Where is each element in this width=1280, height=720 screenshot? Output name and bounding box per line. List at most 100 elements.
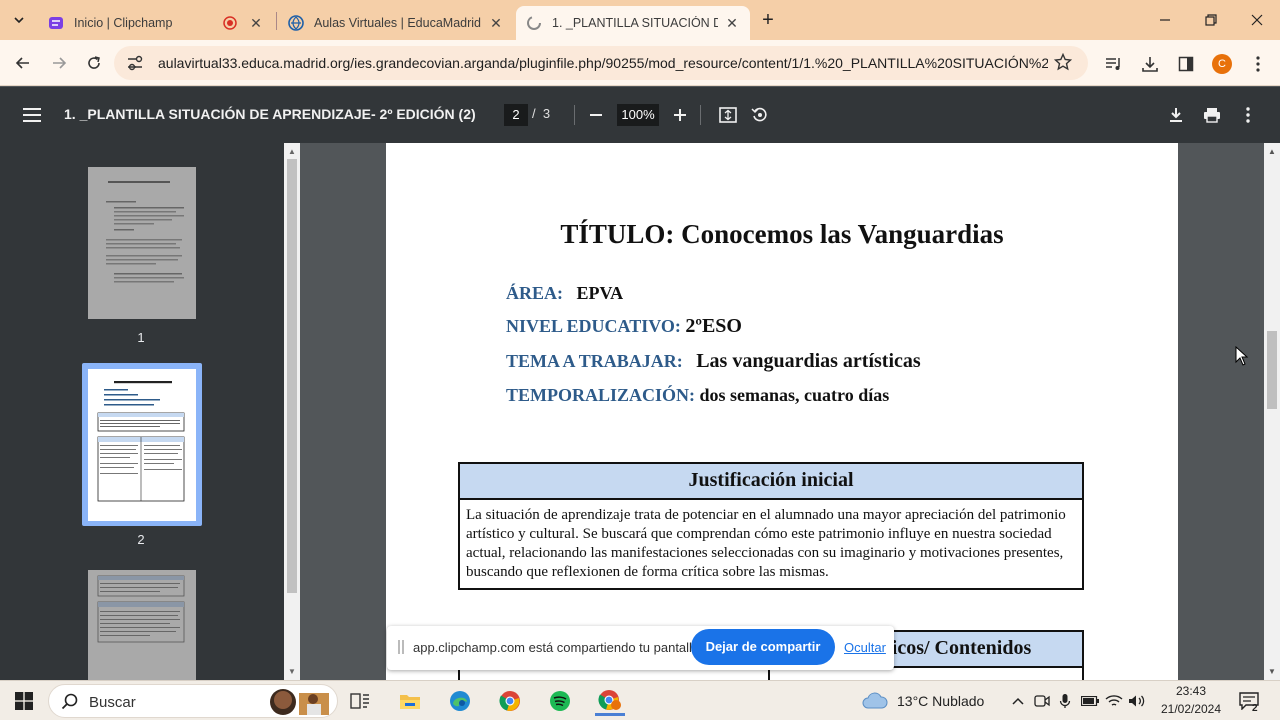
avatar: C — [1212, 54, 1232, 74]
file-explorer-icon[interactable] — [395, 686, 425, 716]
new-tab-icon[interactable]: + — [754, 0, 782, 40]
scroll-down-arrow-icon[interactable]: ▼ — [1268, 667, 1276, 676]
edge-browser-icon[interactable] — [445, 686, 475, 716]
meet-now-icon[interactable] — [1030, 686, 1054, 716]
pdf-download-icon[interactable] — [1164, 103, 1188, 127]
clock-time[interactable]: 23:43 — [1160, 684, 1222, 698]
thumbnail-preview — [97, 575, 185, 643]
windows-taskbar: Buscar 13°C Nublado 23:43 21/02/2024 2 — [0, 680, 1280, 720]
pdf-toolbar: 1. _PLANTILLA SITUACIÓN DE APRENDIZAJE- … — [0, 87, 1280, 143]
notifications-icon[interactable] — [1236, 686, 1262, 716]
back-arrow-icon[interactable] — [8, 48, 38, 78]
wifi-icon[interactable] — [1102, 686, 1126, 716]
forward-arrow-icon[interactable] — [44, 48, 74, 78]
timing-row: TEMPORALIZACIÓN: dos semanas, cuatro día… — [506, 385, 889, 406]
bookmark-star-icon[interactable] — [1053, 52, 1073, 76]
drag-handle-icon[interactable] — [398, 640, 404, 654]
recording-icon — [222, 15, 238, 31]
taskbar-search-box[interactable]: Buscar — [48, 684, 338, 718]
page-separator: / — [532, 106, 536, 121]
area-row: ÁREA: EPVA — [506, 283, 623, 304]
thumbnail-sidebar: 1 2 ▲ ▼ — [0, 143, 300, 680]
kebab-menu-icon[interactable] — [1246, 52, 1270, 76]
topic-row: TEMA A TRABAJAR: Las vanguardias artísti… — [506, 350, 921, 373]
search-icon — [61, 693, 79, 716]
side-panel-icon[interactable] — [1174, 52, 1198, 76]
volume-icon[interactable] — [1125, 686, 1149, 716]
scroll-up-arrow-icon[interactable]: ▲ — [288, 147, 296, 156]
tab-search-chevron-icon[interactable] — [4, 0, 34, 40]
profile-avatar[interactable]: C — [1210, 52, 1234, 76]
download-icon[interactable] — [1138, 52, 1162, 76]
site-info-icon[interactable] — [126, 55, 144, 76]
thumbnail-preview — [106, 181, 184, 283]
pdf-more-options-icon[interactable] — [1236, 103, 1260, 127]
address-bar[interactable]: aulavirtual33.educa.madrid.org/ies.grand… — [114, 46, 1088, 80]
tab-divider — [276, 12, 277, 30]
viewer-scrollbar[interactable]: ▲ ▼ — [1264, 143, 1280, 680]
battery-icon[interactable] — [1078, 686, 1102, 716]
clock-date[interactable]: 21/02/2024 — [1152, 702, 1230, 716]
tab-title: Inicio | Clipchamp — [74, 16, 173, 30]
chrome-icon[interactable] — [495, 686, 525, 716]
close-window-icon[interactable] — [1234, 0, 1280, 40]
search-highlight-image — [265, 685, 335, 720]
rotate-icon[interactable] — [748, 103, 772, 127]
zoom-in-icon[interactable] — [668, 103, 692, 127]
close-icon[interactable]: ✕ — [248, 15, 264, 32]
chrome-profile-icon[interactable] — [595, 686, 625, 716]
show-hidden-icons-chevron-icon[interactable] — [1004, 686, 1032, 716]
print-icon[interactable] — [1200, 103, 1224, 127]
windows-start-icon[interactable] — [9, 686, 39, 716]
tab-pdf-document[interactable]: 1. _PLANTILLA SITUACIÓN DE A ✕ — [516, 6, 750, 40]
scroll-up-arrow-icon[interactable]: ▲ — [1268, 147, 1276, 156]
notification-count-badge: 2 — [1252, 703, 1258, 714]
stop-sharing-button[interactable]: Dejar de compartir — [691, 629, 835, 665]
page-thumbnail-3[interactable] — [88, 570, 196, 680]
thumbnail-label: 1 — [137, 330, 145, 345]
viewer-scrollbar-thumb[interactable] — [1267, 331, 1277, 409]
page-number-input[interactable]: 2 — [504, 104, 528, 126]
microphone-icon[interactable] — [1053, 686, 1077, 716]
browser-toolbar: aulavirtual33.educa.madrid.org/ies.grand… — [0, 40, 1280, 86]
task-view-icon[interactable] — [345, 686, 375, 716]
close-icon[interactable]: ✕ — [724, 15, 740, 32]
tab-educamadrid[interactable]: Aulas Virtuales | EducaMadrid ✕ — [278, 6, 514, 40]
tab-title: 1. _PLANTILLA SITUACIÓN DE A — [552, 16, 718, 30]
hamburger-menu-icon[interactable] — [20, 103, 44, 127]
page-count: / 3 — [532, 106, 550, 121]
tab-clipchamp[interactable]: Inicio | Clipchamp ✕ — [38, 6, 274, 40]
fit-to-page-icon[interactable] — [716, 103, 740, 127]
url-text[interactable]: aulavirtual33.educa.madrid.org/ies.grand… — [158, 55, 1048, 71]
total-pages: 3 — [542, 106, 551, 121]
thumbnail-preview — [97, 381, 185, 502]
justification-table: Justificación inicial La situación de ap… — [458, 462, 1084, 590]
media-controls-icon[interactable] — [1102, 52, 1126, 76]
thumbnail-label: 2 — [137, 532, 145, 547]
minimize-icon[interactable] — [1142, 0, 1188, 40]
zoom-input[interactable]: 100% — [617, 104, 659, 126]
share-message: app.clipchamp.com está compartiendo tu p… — [413, 640, 703, 655]
level-label: NIVEL EDUCATIVO: — [506, 316, 681, 336]
close-icon[interactable]: ✕ — [488, 15, 504, 32]
page-thumbnail-2[interactable] — [88, 369, 196, 521]
weather-cloud-icon[interactable] — [860, 686, 890, 716]
loading-icon — [526, 15, 542, 31]
scroll-down-arrow-icon[interactable]: ▼ — [288, 667, 296, 676]
sidebar-scrollbar-thumb[interactable] — [287, 159, 297, 593]
weather-text[interactable]: 13°C Nublado — [897, 693, 984, 709]
pdf-title: 1. _PLANTILLA SITUACIÓN DE APRENDIZAJE- … — [64, 106, 476, 122]
spotify-icon[interactable] — [545, 686, 575, 716]
page-thumbnail-1[interactable] — [88, 167, 196, 319]
sidebar-scrollbar[interactable]: ▲ ▼ — [284, 143, 300, 680]
topic-label: TEMA A TRABAJAR: — [506, 351, 683, 371]
hide-banner-link[interactable]: Ocultar — [844, 640, 886, 655]
area-value: EPVA — [576, 283, 624, 303]
screen-share-banner: app.clipchamp.com está compartiendo tu p… — [387, 626, 894, 670]
zoom-out-icon[interactable] — [584, 103, 608, 127]
tab-title: Aulas Virtuales | EducaMadrid — [314, 16, 481, 30]
reload-icon[interactable] — [79, 48, 109, 78]
mouse-cursor-icon — [1235, 345, 1249, 371]
restore-icon[interactable] — [1188, 0, 1234, 40]
toolbar-divider — [700, 105, 701, 125]
